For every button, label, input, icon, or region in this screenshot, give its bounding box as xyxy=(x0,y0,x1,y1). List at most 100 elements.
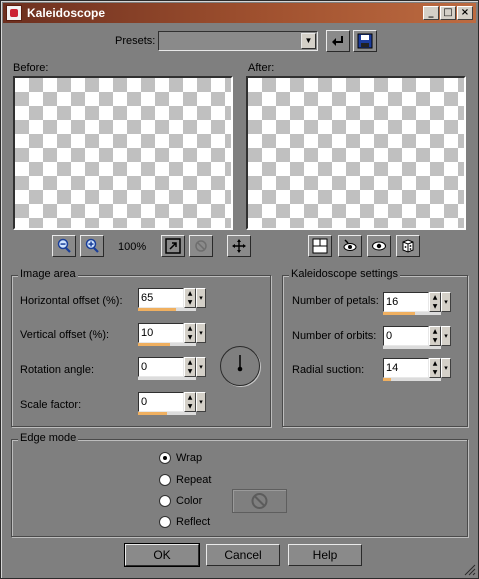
auto-proof-button[interactable] xyxy=(338,235,362,257)
number-of-orbits-arrows[interactable]: ▲ ▼ xyxy=(429,326,441,346)
vertical-offset-spinner[interactable]: 10 ▲ ▼ ▾ xyxy=(138,323,208,347)
rotation-angle-dropdown[interactable]: ▾ xyxy=(196,357,206,377)
cancel-button[interactable]: Cancel xyxy=(206,544,280,566)
reset-preset-button[interactable] xyxy=(326,30,350,52)
dice-icon xyxy=(402,239,414,253)
number-of-orbits-input[interactable]: 0 xyxy=(383,326,429,346)
vertical-offset-label: Vertical offset (%): xyxy=(20,329,110,341)
fit-window-icon xyxy=(165,238,181,254)
horizontal-offset-label: Horizontal offset (%): xyxy=(20,295,123,307)
ok-button[interactable]: OK xyxy=(124,543,200,567)
kaleidoscope-dialog: Kaleidoscope _ □ × Presets: ▼ Before: Af… xyxy=(0,0,479,579)
resize-grip[interactable] xyxy=(463,563,476,576)
reset-arrow-icon xyxy=(332,36,343,46)
before-label: Before: xyxy=(13,62,49,74)
no-color-icon xyxy=(251,493,268,509)
help-button[interactable]: Help xyxy=(288,544,362,566)
preview-eye-disabled-icon xyxy=(195,240,207,252)
horizontal-offset-spinner[interactable]: 65 ▲ ▼ ▾ xyxy=(138,288,208,312)
radio-color[interactable] xyxy=(159,495,171,507)
maximize-button[interactable]: □ xyxy=(440,6,456,20)
after-preview[interactable] xyxy=(246,76,466,230)
number-of-petals-label: Number of petals: xyxy=(292,295,379,307)
radio-repeat[interactable] xyxy=(159,474,171,486)
horizontal-offset-dropdown[interactable]: ▾ xyxy=(196,288,206,308)
save-disk-icon xyxy=(357,33,373,49)
presets-dropdown[interactable]: ▼ xyxy=(158,31,318,51)
radio-wrap[interactable] xyxy=(159,452,171,464)
zoom-in-button[interactable] xyxy=(80,235,104,257)
app-icon xyxy=(6,5,22,21)
radial-suction-track xyxy=(383,378,441,381)
zoom-out-icon xyxy=(57,238,71,253)
randomize-button[interactable] xyxy=(396,235,420,257)
rotation-angle-spinner[interactable]: 0 ▲ ▼ ▾ xyxy=(138,357,208,381)
fit-window-button[interactable] xyxy=(161,235,185,257)
radio-color-label[interactable]: Color xyxy=(176,495,202,507)
rotation-dial[interactable] xyxy=(220,346,260,386)
eye-icon xyxy=(372,241,386,251)
zoom-level: 100% xyxy=(118,241,147,253)
horizontal-offset-arrows[interactable]: ▲ ▼ xyxy=(184,288,196,308)
number-of-petals-arrows[interactable]: ▲ ▼ xyxy=(429,292,441,312)
rotation-angle-track xyxy=(138,377,196,380)
proof-button[interactable] xyxy=(367,235,391,257)
number-of-orbits-dropdown[interactable]: ▾ xyxy=(441,326,451,346)
radial-suction-arrows[interactable]: ▲ ▼ xyxy=(429,358,441,378)
rotation-angle-input[interactable]: 0 xyxy=(138,357,184,377)
vertical-offset-input[interactable]: 10 xyxy=(138,323,184,343)
number-of-petals-spinner[interactable]: 16 ▲ ▼ ▾ xyxy=(383,292,453,316)
edge-mode-title: Edge mode xyxy=(18,432,79,444)
radio-reflect[interactable] xyxy=(159,516,171,528)
dial-needle-icon xyxy=(237,355,243,372)
preview-on-image-button xyxy=(189,235,213,257)
close-button[interactable]: × xyxy=(457,6,473,20)
number-of-orbits-spinner[interactable]: 0 ▲ ▼ ▾ xyxy=(383,326,453,350)
zoom-in-icon xyxy=(85,238,99,253)
radial-suction-spinner[interactable]: 14 ▲ ▼ ▾ xyxy=(383,358,453,382)
image-area-title: Image area xyxy=(18,268,78,280)
number-of-orbits-track xyxy=(383,346,441,349)
presets-label: Presets: xyxy=(115,35,156,47)
radio-wrap-label[interactable]: Wrap xyxy=(176,452,202,464)
radial-suction-dropdown[interactable]: ▾ xyxy=(441,358,451,378)
horizontal-offset-slider-fill[interactable] xyxy=(138,308,176,311)
radial-suction-slider-fill[interactable] xyxy=(383,378,391,381)
eye-hand-icon xyxy=(343,239,357,251)
edge-mode-group: Edge mode xyxy=(11,432,468,537)
before-preview[interactable] xyxy=(13,76,233,230)
move-arrows-icon xyxy=(232,239,246,253)
title-bar[interactable]: Kaleidoscope _ □ × xyxy=(3,3,476,23)
zoom-out-button[interactable] xyxy=(52,235,76,257)
pan-button[interactable] xyxy=(227,235,251,257)
scale-factor-slider-fill[interactable] xyxy=(138,412,167,415)
vertical-offset-slider-fill[interactable] xyxy=(138,343,170,346)
chevron-down-icon[interactable]: ▼ xyxy=(301,33,316,49)
proof-layout-button[interactable] xyxy=(308,235,332,257)
window-title: Kaleidoscope xyxy=(27,6,106,20)
minimize-button[interactable]: _ xyxy=(423,6,439,20)
horizontal-offset-input[interactable]: 65 xyxy=(138,288,184,308)
scale-factor-label: Scale factor: xyxy=(20,399,82,411)
radial-suction-label: Radial suction: xyxy=(292,364,365,376)
vertical-offset-arrows[interactable]: ▲ ▼ xyxy=(184,323,196,343)
vertical-offset-dropdown[interactable]: ▾ xyxy=(196,323,206,343)
scale-factor-arrows[interactable]: ▲ ▼ xyxy=(184,392,196,412)
scale-factor-dropdown[interactable]: ▾ xyxy=(196,392,206,412)
save-preset-button[interactable] xyxy=(353,30,377,52)
number-of-petals-input[interactable]: 16 xyxy=(383,292,429,312)
kaleidoscope-settings-title: Kaleidoscope settings xyxy=(289,268,401,280)
radio-reflect-label[interactable]: Reflect xyxy=(176,516,210,528)
rotation-angle-arrows[interactable]: ▲ ▼ xyxy=(184,357,196,377)
number-of-orbits-label: Number of orbits: xyxy=(292,330,377,342)
after-label: After: xyxy=(248,62,275,74)
radial-suction-input[interactable]: 14 xyxy=(383,358,429,378)
resize-grip-icon xyxy=(464,564,476,576)
scale-factor-spinner[interactable]: 0 ▲ ▼ ▾ xyxy=(138,392,208,416)
number-of-petals-slider-fill[interactable] xyxy=(383,312,415,315)
edge-color-swatch xyxy=(232,489,287,513)
scale-factor-input[interactable]: 0 xyxy=(138,392,184,412)
number-of-petals-dropdown[interactable]: ▾ xyxy=(441,292,451,312)
radio-repeat-label[interactable]: Repeat xyxy=(176,474,211,486)
layout-grid-icon xyxy=(312,238,328,254)
